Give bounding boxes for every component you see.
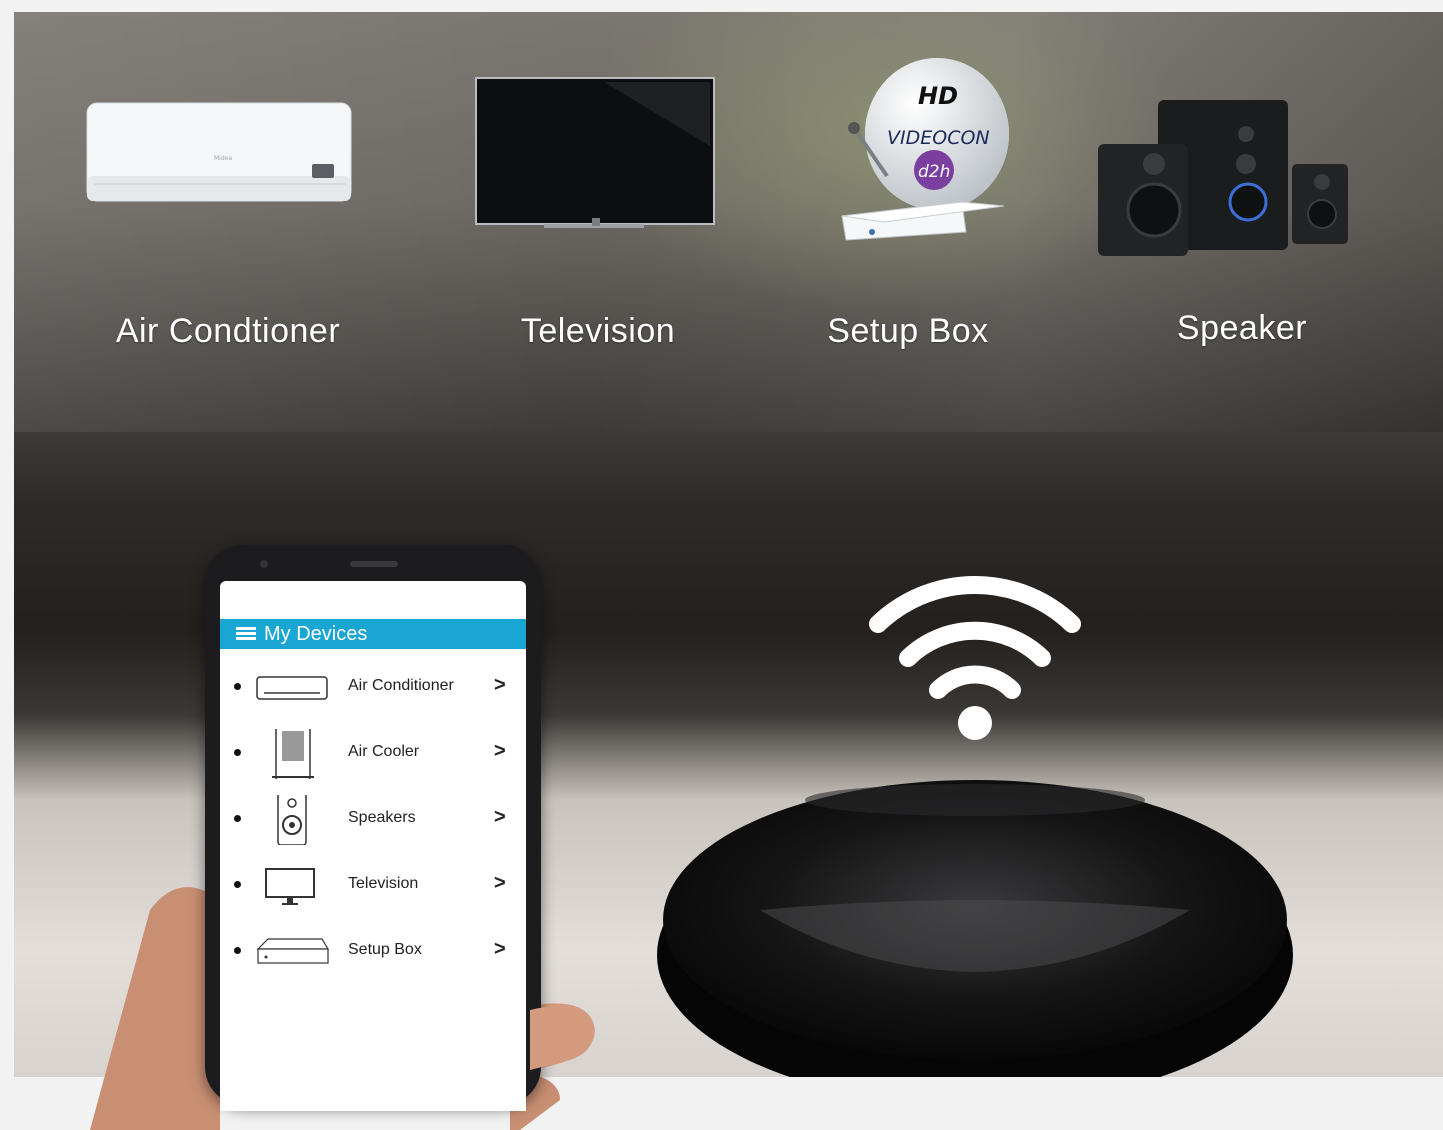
earpiece <box>350 561 398 567</box>
chevron-right-icon: > <box>494 806 506 828</box>
device-item-label: Television <box>348 875 419 892</box>
device-label-setup-box: Setup Box <box>827 312 989 350</box>
hamburger-menu-icon[interactable] <box>236 627 256 641</box>
svg-text:Midea: Midea <box>214 155 232 162</box>
dish-brand-text: VIDEOCON <box>887 127 990 149</box>
thumb <box>530 1006 594 1070</box>
speaker-icon <box>277 795 307 845</box>
bullet <box>234 749 241 756</box>
bullet <box>234 947 241 954</box>
device-list-item[interactable]: Setup Box > <box>220 921 526 981</box>
device-label-television: Television <box>520 312 676 350</box>
dish-sub-text: d2h <box>918 162 950 182</box>
television-image <box>475 77 715 228</box>
device-label-air-conditioner: Air Condtioner <box>115 312 341 350</box>
setup-box-icon <box>256 938 330 964</box>
app-title: My Devices <box>264 622 368 645</box>
chevron-right-icon: > <box>494 740 506 762</box>
bullet <box>234 881 241 888</box>
chevron-right-icon: > <box>494 938 506 960</box>
device-item-label: Setup Box <box>348 941 422 958</box>
app-bar: My Devices <box>220 619 526 649</box>
chevron-right-icon: > <box>494 872 506 894</box>
air-conditioner-icon <box>256 676 328 700</box>
setup-box-dish-image: HD VIDEOCON d2h <box>841 58 1009 241</box>
tv-icon <box>265 868 315 905</box>
device-item-label: Air Conditioner <box>348 677 454 694</box>
front-camera <box>260 560 268 568</box>
smartphone: My Devices Air Conditioner > Air Cooler … <box>205 545 541 1111</box>
device-item-label: Air Cooler <box>348 743 420 760</box>
device-list-item[interactable]: Speakers > <box>220 789 526 849</box>
bullet <box>234 815 241 822</box>
dish-hd-text: HD <box>918 82 958 110</box>
device-label-speaker: Speaker <box>1176 309 1308 347</box>
speaker-system-image <box>1098 100 1348 256</box>
air-conditioner-image: Midea <box>86 102 352 202</box>
bullet <box>234 683 241 690</box>
device-list-item[interactable]: Air Conditioner > <box>220 657 526 717</box>
smart-ir-hub-image <box>657 780 1293 1077</box>
device-list-item[interactable]: Television > <box>220 855 526 915</box>
device-list-item[interactable]: Air Cooler > <box>220 723 526 783</box>
device-item-label: Speakers <box>348 809 416 826</box>
chevron-right-icon: > <box>494 674 506 696</box>
wifi-icon <box>869 575 1081 740</box>
phone-screen: My Devices Air Conditioner > Air Cooler … <box>220 581 526 1111</box>
air-cooler-icon <box>272 729 314 779</box>
